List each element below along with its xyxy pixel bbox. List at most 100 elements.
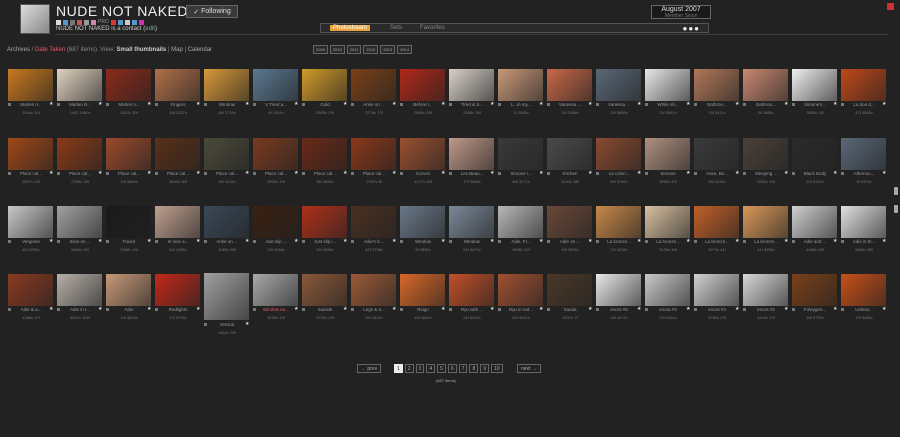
photo-thumbnail[interactable] (792, 206, 837, 238)
photo-title-link[interactable]: Gold (307, 102, 343, 107)
photo-title-link[interactable]: Simone's... (797, 102, 833, 107)
photo-title-link[interactable]: Place cal... (111, 171, 147, 176)
photo-thumbnail[interactable] (596, 206, 641, 238)
star-icon[interactable]: ★ (98, 239, 102, 244)
select-checkbox[interactable] (645, 172, 648, 175)
star-icon[interactable]: ★ (833, 307, 837, 312)
star-icon[interactable]: ★ (441, 239, 445, 244)
star-icon[interactable]: ★ (686, 102, 690, 107)
photo-thumbnail[interactable] (253, 138, 298, 170)
photo-thumbnail[interactable] (449, 69, 494, 101)
page-button-2[interactable]: 2 (404, 364, 414, 373)
photo-title-link[interactable]: Bathroo... (748, 102, 784, 107)
select-checkbox[interactable] (302, 172, 305, 175)
photo-title-link[interactable]: Anke on ... (356, 102, 392, 107)
photo-thumbnail[interactable] (106, 206, 151, 238)
select-checkbox[interactable] (400, 308, 403, 311)
photo-thumbnail[interactable] (596, 69, 641, 101)
select-checkbox[interactable] (792, 308, 795, 311)
photo-title-link[interactable]: Just slip i... (307, 239, 343, 244)
photo-title-link[interactable]: Place cal... (62, 171, 98, 176)
star-icon[interactable]: ★ (196, 307, 200, 312)
photo-title-link[interactable]: Les Beau... (454, 171, 490, 176)
photo-title-link[interactable]: enora #2 (748, 307, 784, 312)
page-button-5[interactable]: 5 (437, 364, 446, 373)
star-icon[interactable]: ★ (539, 171, 543, 176)
tab-photostream[interactable]: Photostream (330, 25, 371, 31)
photo-thumbnail[interactable] (498, 274, 543, 306)
photo-thumbnail[interactable] (351, 138, 396, 170)
photo-title-link[interactable]: Unless... (846, 307, 882, 312)
next-page-button[interactable]: next → (517, 364, 541, 373)
photo-title-link[interactable]: Ryu with ... (454, 307, 490, 312)
star-icon[interactable]: ★ (882, 102, 886, 107)
select-checkbox[interactable] (8, 172, 11, 175)
photo-thumbnail[interactable] (204, 69, 249, 101)
select-checkbox[interactable] (8, 308, 11, 311)
photo-title-link[interactable]: Suicide (307, 307, 343, 312)
photo-thumbnail[interactable] (253, 69, 298, 101)
select-checkbox[interactable] (596, 103, 599, 106)
star-icon[interactable]: ★ (196, 171, 200, 176)
select-checkbox[interactable] (57, 172, 60, 175)
calendar-link[interactable]: Calendar (188, 47, 212, 53)
select-checkbox[interactable] (841, 172, 844, 175)
photo-title-link[interactable]: Slow on ... (62, 239, 98, 244)
select-checkbox[interactable] (57, 103, 60, 106)
photo-title-link[interactable]: Kitchen (552, 171, 588, 176)
photo-title-link[interactable]: Redlights (160, 307, 196, 312)
photo-thumbnail[interactable] (106, 69, 151, 101)
select-checkbox[interactable] (204, 240, 207, 243)
star-icon[interactable]: ★ (392, 171, 396, 176)
photo-thumbnail[interactable] (253, 274, 298, 306)
select-checkbox[interactable] (645, 240, 648, 243)
select-checkbox[interactable] (498, 308, 501, 311)
select-checkbox[interactable] (694, 240, 697, 243)
select-checkbox[interactable] (596, 240, 599, 243)
edit-contact-link[interactable]: edit (145, 26, 155, 32)
page-button-7[interactable]: 7 (458, 364, 468, 373)
photo-thumbnail[interactable] (57, 138, 102, 170)
photo-title-link[interactable]: Foleygen... (797, 307, 833, 312)
photo-thumbnail[interactable] (253, 206, 298, 238)
star-icon[interactable]: ★ (735, 171, 739, 176)
scroll-up-icon[interactable] (894, 187, 898, 195)
photo-title-link[interactable]: Marlen n... (111, 102, 147, 107)
page-button-9[interactable]: 9 (480, 364, 490, 373)
photo-title-link[interactable]: La bronze... (650, 239, 686, 244)
photo-title-link[interactable]: Window (454, 239, 490, 244)
select-checkbox[interactable] (547, 240, 550, 243)
select-checkbox[interactable] (302, 240, 305, 243)
photo-thumbnail[interactable] (8, 206, 53, 238)
photo-thumbnail[interactable] (302, 138, 347, 170)
photo-thumbnail[interactable] (792, 69, 837, 101)
select-checkbox[interactable] (449, 240, 452, 243)
photo-title-link[interactable]: Sleeping ... (748, 171, 784, 176)
photo-title-link[interactable]: White sh... (650, 102, 686, 107)
select-checkbox[interactable] (106, 240, 109, 243)
photo-thumbnail[interactable] (498, 206, 543, 238)
star-icon[interactable]: ★ (98, 307, 102, 312)
star-icon[interactable]: ★ (245, 102, 249, 107)
star-icon[interactable]: ★ (588, 239, 592, 244)
star-icon[interactable]: ★ (784, 239, 788, 244)
photo-title-link[interactable]: Window (405, 239, 441, 244)
following-button[interactable]: ✓ Following (186, 5, 238, 18)
photo-title-link[interactable]: Vanessa ... (601, 102, 637, 107)
photo-thumbnail[interactable] (498, 138, 543, 170)
select-checkbox[interactable] (155, 308, 158, 311)
photo-thumbnail[interactable] (841, 69, 886, 101)
select-checkbox[interactable] (694, 308, 697, 311)
photo-thumbnail[interactable] (8, 69, 53, 101)
photo-thumbnail[interactable] (106, 138, 151, 170)
select-checkbox[interactable] (645, 308, 648, 311)
tab-sets[interactable]: Sets (390, 25, 402, 31)
star-icon[interactable]: ★ (294, 239, 298, 244)
select-checkbox[interactable] (400, 103, 403, 106)
star-icon[interactable]: ★ (245, 171, 249, 176)
star-icon[interactable]: ★ (147, 239, 151, 244)
photo-thumbnail[interactable] (645, 138, 690, 170)
photo-thumbnail[interactable] (57, 274, 102, 306)
select-checkbox[interactable] (792, 103, 795, 106)
photo-thumbnail[interactable] (694, 69, 739, 101)
